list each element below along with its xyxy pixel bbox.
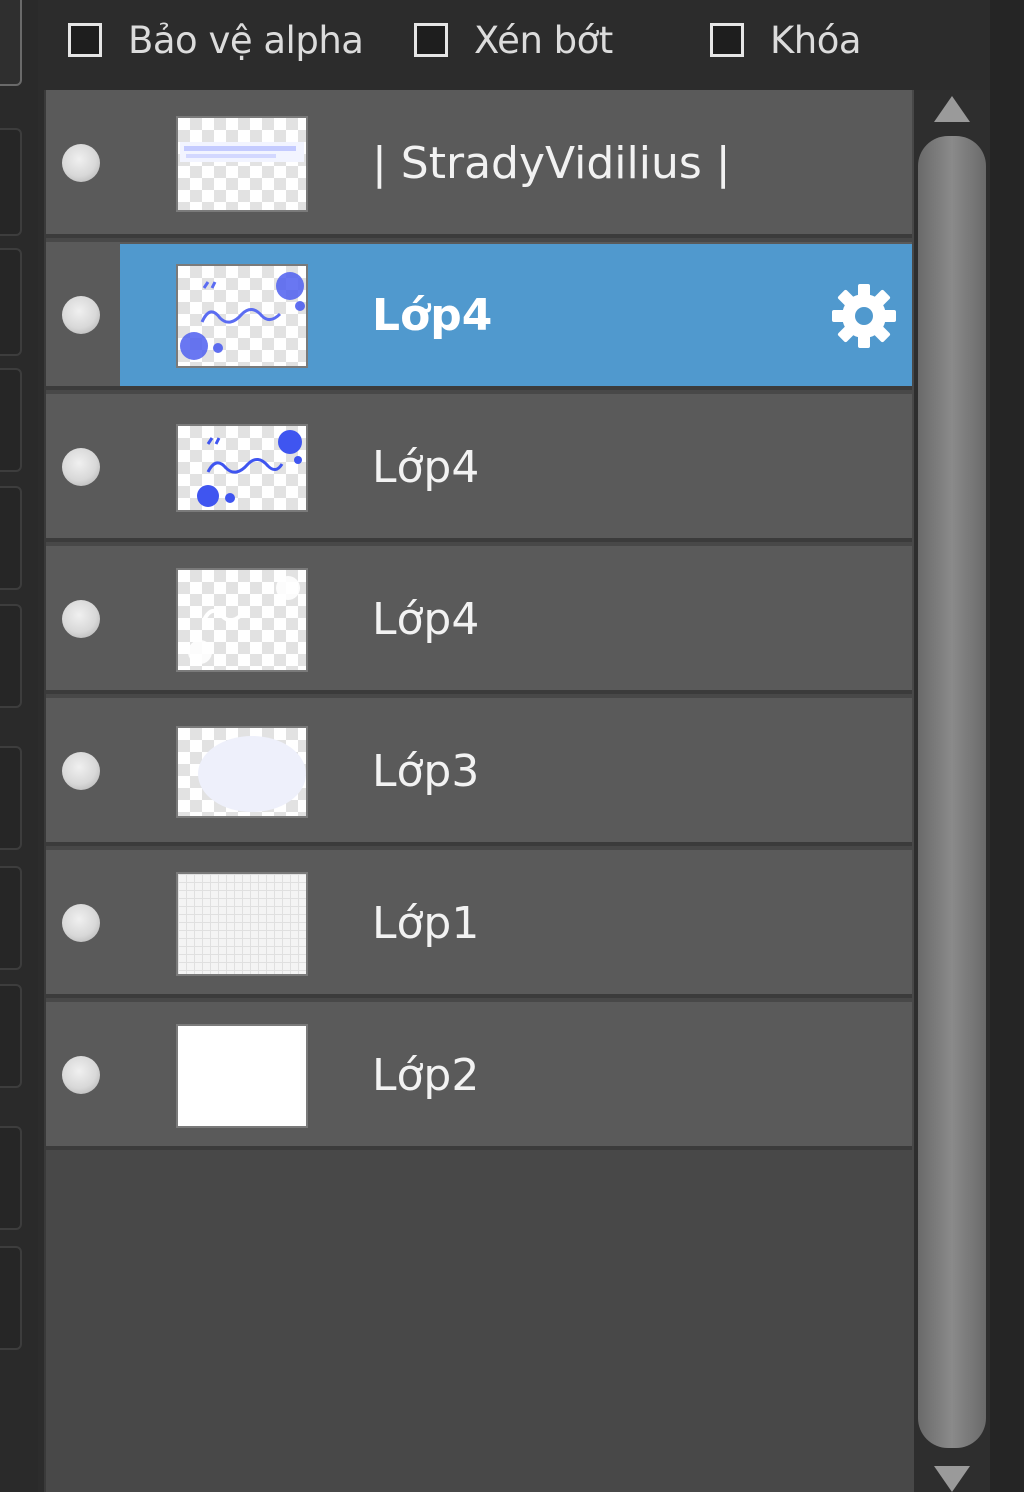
toolbar-button[interactable]: [0, 368, 22, 472]
layer-thumbnail: [176, 872, 308, 976]
visibility-dot-icon[interactable]: [62, 296, 100, 334]
toolbar-button[interactable]: [0, 1246, 22, 1350]
toolbar-button[interactable]: [0, 1126, 22, 1230]
toolbar-button[interactable]: [0, 486, 22, 590]
alpha-protect-label: Bảo vệ alpha: [128, 18, 364, 62]
scrollbar-thumb[interactable]: [918, 136, 986, 1448]
layer-thumbnail: [176, 116, 308, 212]
toolbar-button[interactable]: [0, 604, 22, 708]
layer-name: Lớp4: [372, 442, 480, 493]
arrow-down-icon[interactable]: [934, 1466, 970, 1492]
toolbar-button[interactable]: [0, 0, 22, 86]
gear-icon[interactable]: [828, 280, 900, 352]
lock-label: Khóa: [770, 18, 862, 62]
clip-checkbox[interactable]: [414, 23, 448, 57]
visibility-dot-icon[interactable]: [62, 600, 100, 638]
layer-row[interactable]: Lớp2: [46, 1002, 912, 1150]
lock-checkbox[interactable]: [710, 23, 744, 57]
adjacent-toolbar-strip: [0, 0, 38, 1492]
toolbar-button[interactable]: [0, 866, 22, 970]
panel-edge: [990, 0, 1024, 1492]
layer-name: Lớp4: [372, 594, 480, 645]
layer-thumbnail: [176, 1024, 308, 1128]
layer-row[interactable]: | StradyVidilius |: [46, 90, 912, 238]
visibility-dot-icon[interactable]: [62, 904, 100, 942]
clip-label: Xén bớt: [474, 18, 613, 62]
layer-row[interactable]: Lớp4: [46, 394, 912, 542]
layer-thumbnail: [176, 424, 308, 512]
layer-row[interactable]: Lớp1: [46, 850, 912, 998]
layer-options-bar: Bảo vệ alpha Xén bớt Khóa: [44, 0, 1024, 84]
lock-option[interactable]: Khóa: [710, 12, 862, 68]
layer-thumbnail: [176, 726, 308, 818]
layer-name: Lớp3: [372, 746, 480, 797]
clip-option[interactable]: Xén bớt: [414, 12, 613, 68]
toolbar-button[interactable]: [0, 248, 22, 356]
layer-name: | StradyVidilius |: [372, 138, 731, 189]
layer-thumbnail: [176, 264, 308, 368]
arrow-up-icon[interactable]: [934, 96, 970, 122]
layer-row[interactable]: Lớp4: [46, 546, 912, 694]
toolbar-button[interactable]: [0, 128, 22, 236]
visibility-dot-icon[interactable]: [62, 752, 100, 790]
layer-list: | StradyVidilius | Lớp4 Lớp4 Lớp4 Lớp3 L…: [44, 90, 914, 1492]
alpha-protect-option[interactable]: Bảo vệ alpha: [68, 12, 364, 68]
alpha-protect-checkbox[interactable]: [68, 23, 102, 57]
visibility-dot-icon[interactable]: [62, 1056, 100, 1094]
layer-name: Lớp2: [372, 1050, 480, 1101]
toolbar-button[interactable]: [0, 984, 22, 1088]
layer-name: Lớp4: [372, 290, 493, 341]
toolbar-button[interactable]: [0, 746, 22, 850]
layer-list-scrollbar[interactable]: [914, 90, 990, 1492]
layer-row[interactable]: Lớp3: [46, 698, 912, 846]
visibility-dot-icon[interactable]: [62, 448, 100, 486]
visibility-dot-icon[interactable]: [62, 144, 100, 182]
layer-name: Lớp1: [372, 898, 480, 949]
layer-thumbnail: [176, 568, 308, 672]
layer-row-selected[interactable]: Lớp4: [46, 242, 912, 390]
